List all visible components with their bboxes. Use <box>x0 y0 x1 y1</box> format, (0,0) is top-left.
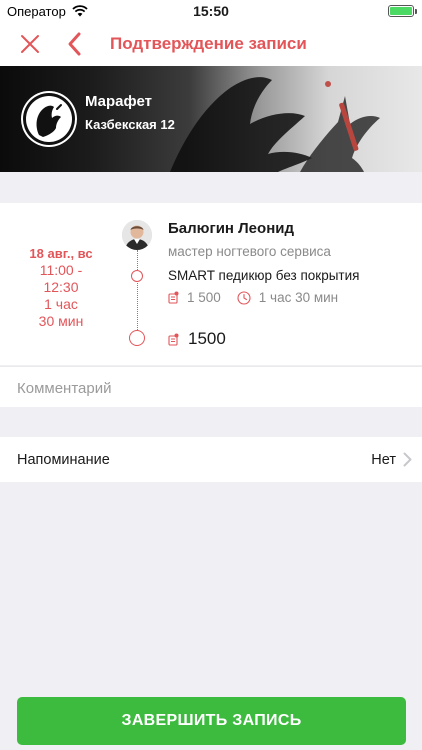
chevron-right-icon <box>403 452 412 467</box>
appointment-duration-hours: 1 час <box>44 296 78 312</box>
total-price: 1500 <box>188 329 226 348</box>
reminder-row[interactable]: Напоминание Нет <box>0 437 422 482</box>
timeline-dot <box>131 270 143 282</box>
status-bar: Оператор 15:50 <box>0 0 422 22</box>
battery-fill <box>390 7 412 15</box>
chevron-left-icon[interactable] <box>64 31 86 57</box>
appointment-time-end: 12:30 <box>43 279 79 295</box>
comment-input[interactable] <box>17 377 397 399</box>
appointment-time-start: 11:00 - <box>39 262 83 278</box>
appointment-duration-minutes: 30 мин <box>38 313 84 329</box>
total-row: 1500 <box>168 329 226 349</box>
nav-bar: Подтверждение записи <box>0 22 422 66</box>
appointment-date: 18 авг., вс <box>29 246 93 261</box>
salon-banner: Марафет Казбекская 12 <box>0 66 422 172</box>
salon-logo <box>21 91 77 147</box>
clock-icon <box>237 290 251 305</box>
appointment-card: 18 авг., вс 11:00 - 12:30 1 час 30 мин Б… <box>0 203 422 365</box>
service-meta: 1 500 1 час 30 мин <box>168 290 338 305</box>
battery-icon <box>388 5 417 17</box>
price-tag-icon <box>168 291 179 304</box>
master-name: Балюгин Леонид <box>168 220 294 237</box>
timeline-end-dot <box>129 330 145 346</box>
page-title: Подтверждение записи <box>110 34 307 53</box>
price-tag-icon <box>168 333 179 346</box>
service-name: SMART педикюр без покрытия <box>168 268 360 283</box>
status-time: 15:50 <box>193 3 229 19</box>
service-price: 1 500 <box>187 290 221 305</box>
appointment-date-block: 18 авг., вс 11:00 - 12:30 1 час 30 мин <box>18 245 104 330</box>
salon-address: Казбекская 12 <box>85 117 175 132</box>
reminder-label: Напоминание <box>17 452 110 468</box>
service-duration: 1 час 30 мин <box>258 290 339 305</box>
finish-booking-button[interactable]: ЗАВЕРШИТЬ ЗАПИСЬ <box>17 697 406 745</box>
timeline-line <box>137 250 138 330</box>
master-role: мастер ногтевого сервиса <box>168 244 331 259</box>
salon-name: Марафет <box>85 93 152 110</box>
reminder-value: Нет <box>371 452 396 468</box>
close-icon[interactable] <box>18 32 42 56</box>
avatar <box>122 220 152 250</box>
comment-row <box>0 366 422 407</box>
